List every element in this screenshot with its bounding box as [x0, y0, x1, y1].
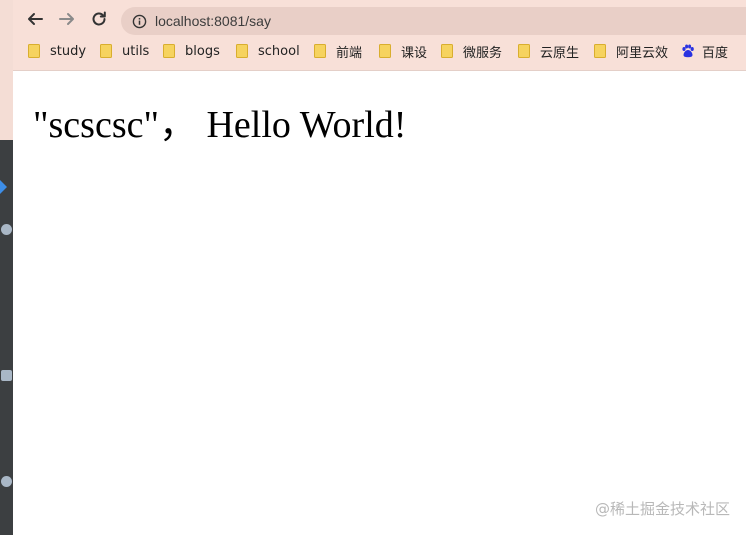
- baidu-icon: [682, 44, 694, 58]
- reload-button[interactable]: [87, 7, 111, 31]
- folder-icon: [441, 44, 453, 58]
- bookmark-item[interactable]: 微服务: [441, 38, 502, 64]
- folder-icon: [379, 44, 391, 58]
- folder-icon: [100, 44, 112, 58]
- bookmark-item[interactable]: utils: [100, 38, 149, 64]
- bookmark-item[interactable]: 课设: [379, 38, 427, 64]
- folder-icon: [28, 44, 40, 58]
- bookmark-item[interactable]: study: [28, 38, 86, 64]
- bookmark-item[interactable]: blogs: [163, 38, 220, 64]
- ide-strip-top: [0, 0, 13, 140]
- reload-icon: [92, 11, 106, 26]
- database-icon[interactable]: [1, 370, 12, 381]
- screenshot-window: localhost:8081/say study utils blogs school…: [0, 0, 746, 535]
- browser-chrome: localhost:8081/say study utils blogs school…: [13, 0, 746, 71]
- address-bar[interactable]: localhost:8081/say: [121, 7, 746, 35]
- back-button[interactable]: [23, 7, 47, 31]
- navigation-bar: localhost:8081/say: [13, 4, 746, 35]
- greeting-text: "scscsc"， Hello World!: [33, 104, 407, 146]
- key-promoter-icon[interactable]: [1, 224, 12, 235]
- bookmark-label: study: [50, 43, 87, 59]
- folder-icon: [236, 44, 248, 58]
- bookmark-item[interactable]: 阿里云效: [594, 38, 668, 64]
- url-text: localhost:8081/say: [155, 13, 271, 29]
- folder-icon: [163, 44, 175, 58]
- bookmark-label: utils: [122, 43, 150, 59]
- bookmark-item[interactable]: school: [236, 38, 300, 64]
- bookmark-label: 云原生: [540, 45, 580, 61]
- watermark: @稀土掘金技术社区: [594, 500, 730, 518]
- bookmark-label: 前端: [336, 45, 363, 61]
- ide-tool-strip: [0, 0, 13, 535]
- page-content: "scscsc"， Hello World! @稀土掘金技术社区: [13, 71, 746, 535]
- profiler-icon[interactable]: [1, 476, 12, 487]
- bookmark-item[interactable]: 百度: [681, 38, 728, 64]
- folder-icon: [314, 44, 326, 58]
- bookmark-label: 百度: [702, 45, 729, 61]
- bookmark-label: 微服务: [463, 45, 503, 61]
- folder-icon: [594, 44, 606, 58]
- info-circle-icon: [132, 14, 146, 28]
- forward-button[interactable]: [55, 7, 79, 31]
- bookmarks-bar: study utils blogs school 前端 课设 微服务 云原生 阿里云效 百度: [13, 38, 746, 64]
- bookmark-label: school: [258, 43, 300, 59]
- bookmark-label: 阿里云效: [616, 45, 669, 61]
- site-info-icon[interactable]: [131, 13, 147, 29]
- forward-arrow-icon: [59, 13, 74, 25]
- bookmark-item[interactable]: 云原生: [518, 38, 579, 64]
- bookmark-label: blogs: [185, 43, 220, 59]
- back-arrow-icon: [28, 13, 43, 25]
- bookmark-item[interactable]: 前端: [314, 38, 362, 64]
- expand-arrow-icon[interactable]: [0, 180, 7, 194]
- bookmark-label: 课设: [401, 45, 428, 61]
- folder-icon: [518, 44, 530, 58]
